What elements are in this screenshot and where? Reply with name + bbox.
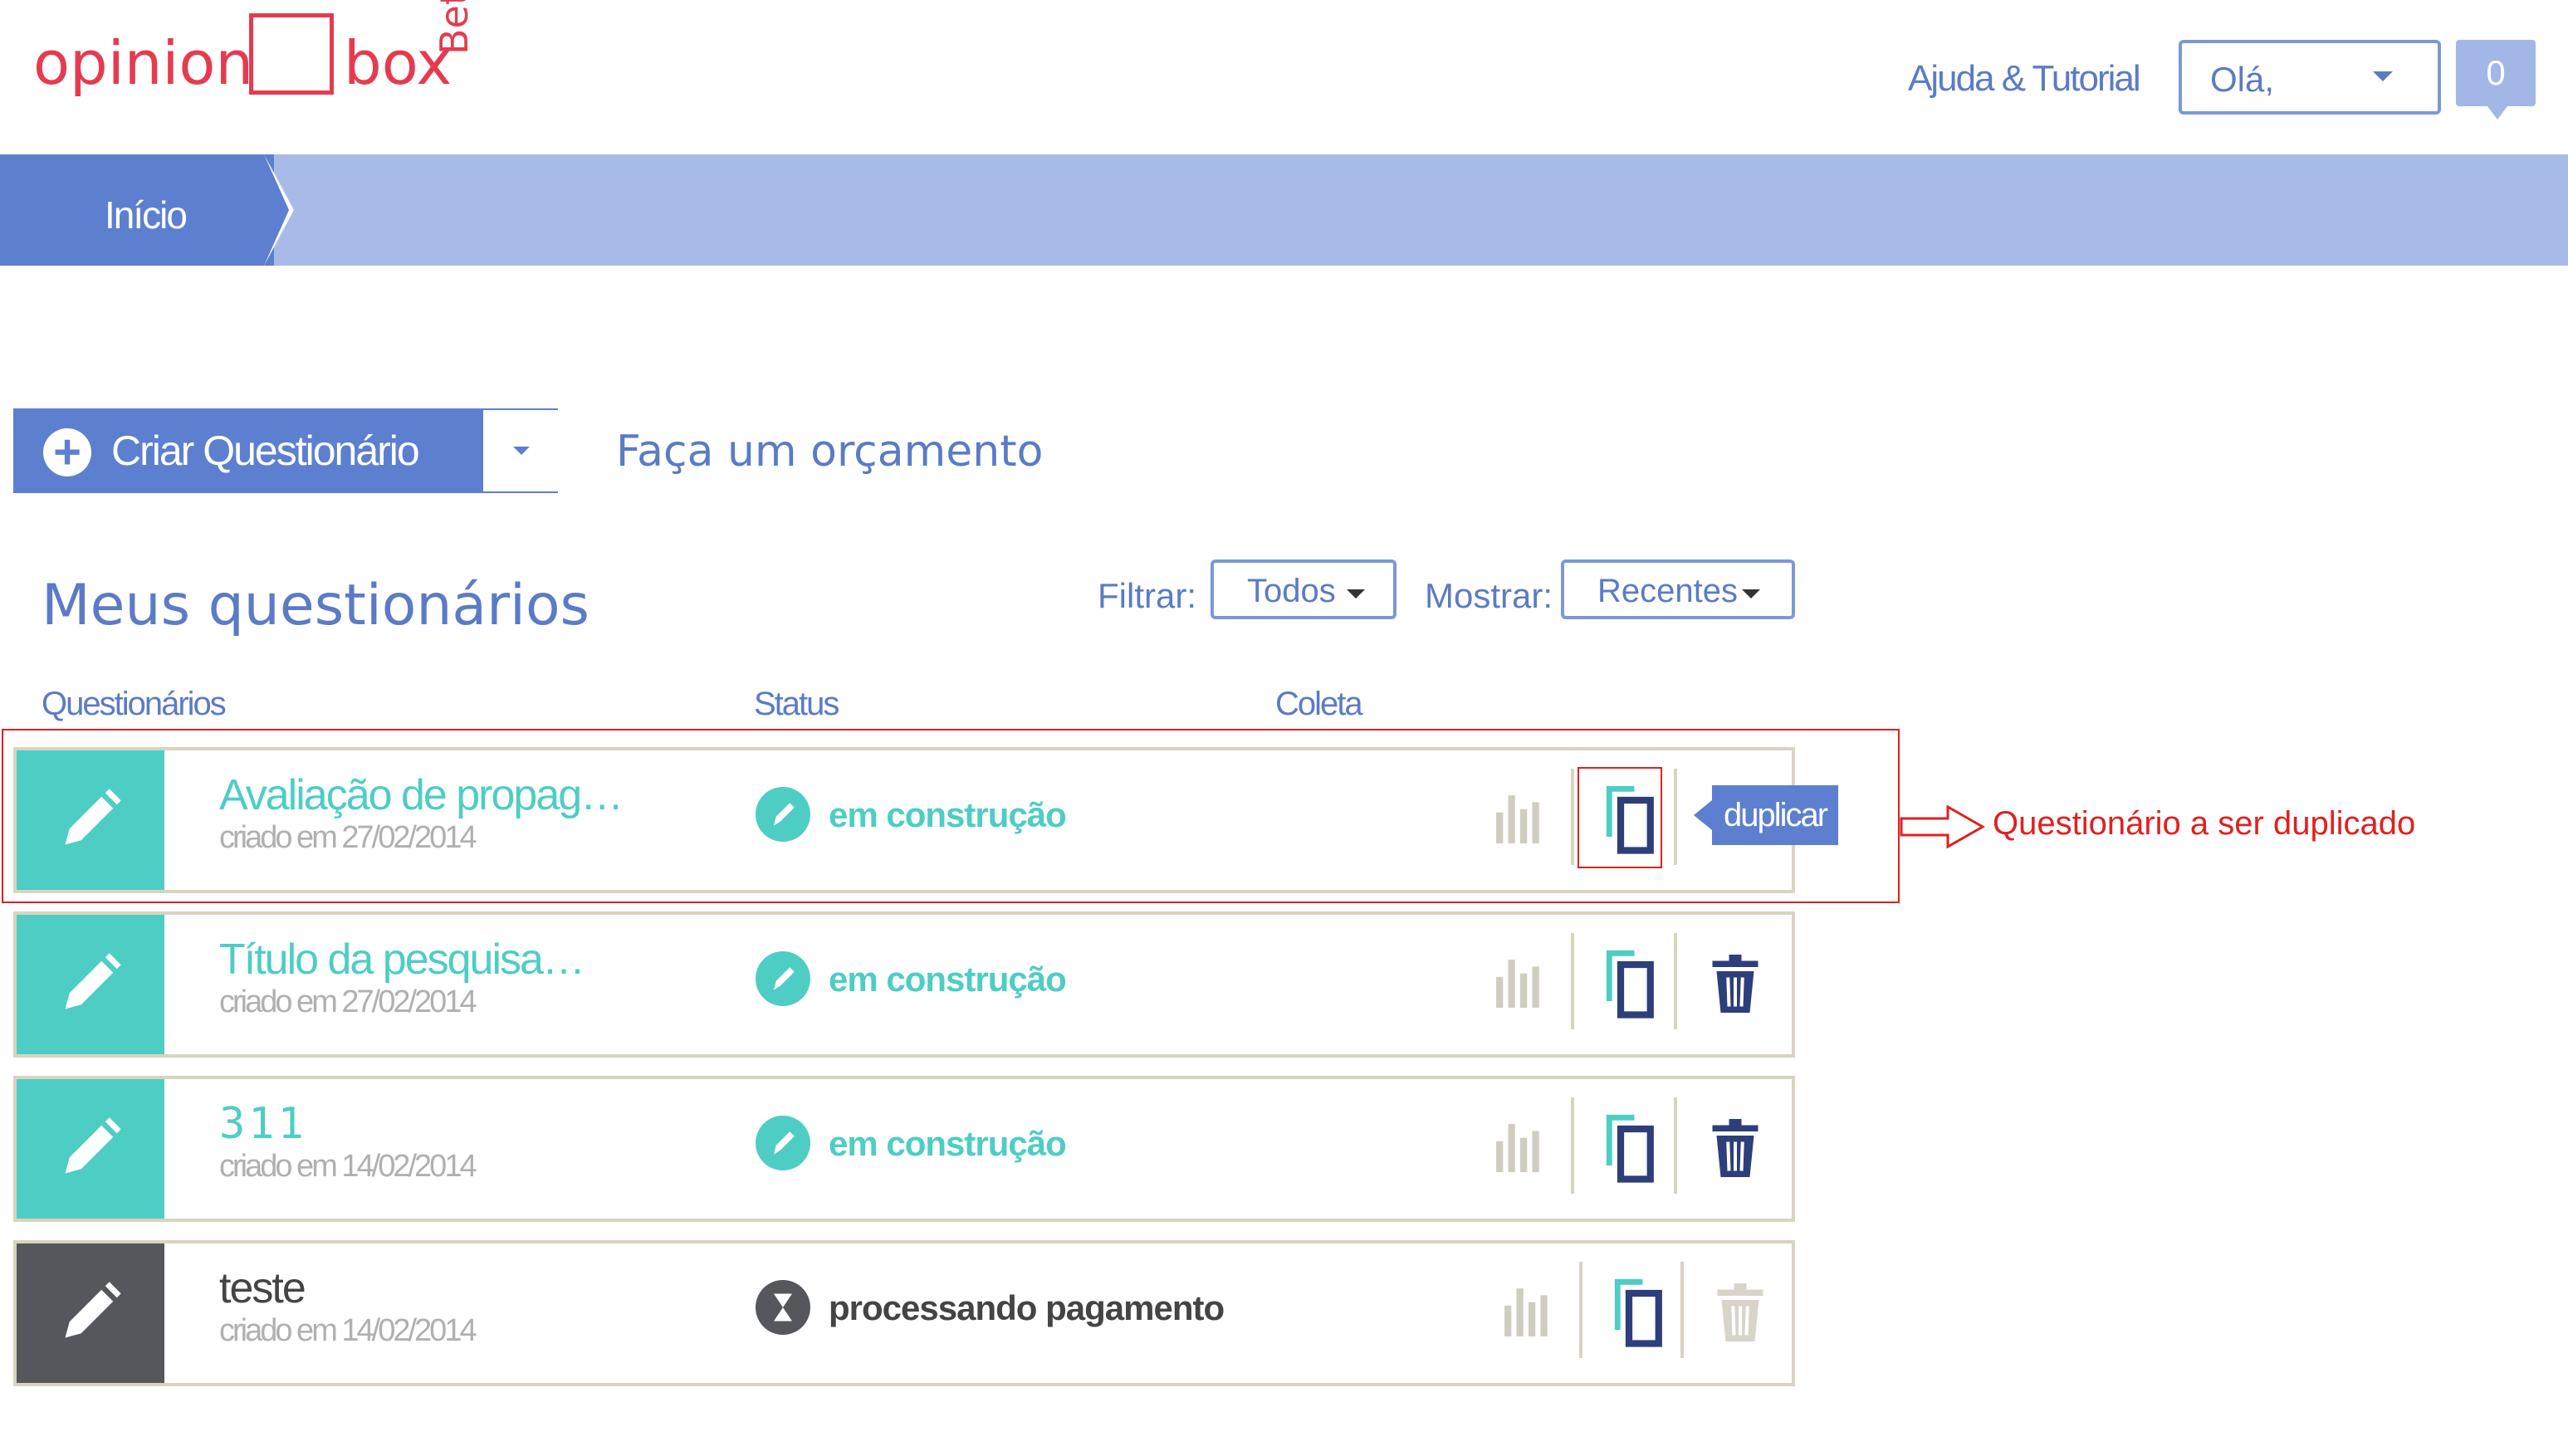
- hourglass-status-icon: [756, 1280, 810, 1335]
- trash-icon[interactable]: [1710, 955, 1760, 1013]
- stats-chart-icon[interactable]: [1494, 956, 1546, 1008]
- plus-circle-icon: +: [43, 428, 91, 476]
- show-value: Recentes: [1597, 573, 1738, 609]
- duplicate-icon[interactable]: [1602, 946, 1657, 1019]
- row-date: criado em 27/02/2014: [219, 985, 477, 1019]
- show-label: Mostrar:: [1425, 576, 1553, 615]
- caret-down-icon: [1742, 589, 1760, 599]
- create-questionnaire-label: Criar Questionário: [111, 428, 420, 474]
- breadcrumb-home-label: Início: [105, 193, 188, 237]
- highlight-duplicate-annotation: [1577, 767, 1662, 868]
- table-row[interactable]: Título da pesquisa… criado em 27/02/2014…: [13, 911, 1795, 1058]
- divider: [1674, 1097, 1677, 1194]
- construction-status-icon: [756, 1116, 810, 1170]
- status-label: em construção: [829, 960, 1067, 999]
- trash-icon[interactable]: [1710, 1119, 1760, 1177]
- duplicate-icon[interactable]: [1611, 1275, 1666, 1348]
- logo-text-opinion: opinion: [33, 28, 254, 98]
- breadcrumb-bar: [0, 154, 2568, 266]
- breadcrumb-arrow-fill: [264, 154, 289, 266]
- annotation-text: Questionário a ser duplicado: [1993, 805, 2416, 842]
- caret-down-icon: [1347, 589, 1365, 599]
- duplicate-tooltip: duplicar: [1694, 785, 1838, 845]
- filter-label: Filtrar:: [1098, 576, 1196, 615]
- stats-chart-icon[interactable]: [1503, 1285, 1554, 1336]
- pencil-icon: [65, 1117, 121, 1174]
- notification-badge[interactable]: 0: [2456, 40, 2536, 120]
- help-tutorial-link[interactable]: Ajuda & Tutorial: [1908, 58, 2141, 100]
- user-menu-select[interactable]: Olá,: [2179, 40, 2441, 115]
- column-header-questionnaires: Questionários: [42, 686, 227, 722]
- page-title: Meus questionários: [42, 573, 589, 638]
- arrow-right-icon: [1900, 805, 1986, 848]
- trash-icon: [1717, 1283, 1763, 1341]
- chevron-down-icon: [513, 447, 530, 455]
- status-label: processando pagamento: [829, 1288, 1225, 1327]
- user-greeting: Olá,: [2210, 60, 2275, 99]
- table-row[interactable]: 311 criado em 14/02/2014 em construção: [13, 1076, 1795, 1222]
- filter-select[interactable]: Todos: [1211, 559, 1397, 619]
- duplicate-icon[interactable]: [1602, 1111, 1657, 1184]
- row-date: criado em 14/02/2014: [219, 1149, 477, 1184]
- construction-status-icon: [756, 951, 810, 1006]
- logo-beta: Beta: [432, 0, 477, 55]
- column-header-collection: Coleta: [1275, 686, 1363, 722]
- column-header-status: Status: [754, 686, 839, 722]
- row-title[interactable]: Título da pesquisa…: [219, 935, 585, 985]
- row-title[interactable]: teste: [219, 1263, 306, 1313]
- row-title[interactable]: 311: [219, 1099, 307, 1149]
- stats-chart-icon[interactable]: [1494, 1121, 1546, 1172]
- status-label: em construção: [829, 1124, 1067, 1163]
- divider: [1571, 933, 1574, 1029]
- table-row[interactable]: teste criado em 14/02/2014 processando p…: [13, 1240, 1795, 1386]
- divider: [1579, 1262, 1582, 1358]
- show-select[interactable]: Recentes: [1561, 559, 1795, 619]
- create-questionnaire-button[interactable]: + Criar Questionário: [13, 408, 558, 493]
- divider: [1571, 1097, 1574, 1194]
- divider: [1674, 933, 1677, 1029]
- pencil-icon: [65, 1282, 121, 1338]
- logo-square: [249, 13, 334, 95]
- budget-link[interactable]: Faça um orçamento: [616, 427, 1043, 476]
- edit-button[interactable]: [17, 915, 164, 1054]
- filter-value: Todos: [1247, 573, 1336, 609]
- edit-button[interactable]: [17, 1243, 164, 1383]
- chevron-down-icon: [2373, 71, 2393, 81]
- pencil-icon: [65, 953, 121, 1009]
- create-dropdown-toggle[interactable]: [482, 410, 558, 491]
- row-date: criado em 14/02/2014: [219, 1313, 477, 1348]
- divider: [1680, 1262, 1684, 1358]
- edit-button[interactable]: [17, 1079, 164, 1219]
